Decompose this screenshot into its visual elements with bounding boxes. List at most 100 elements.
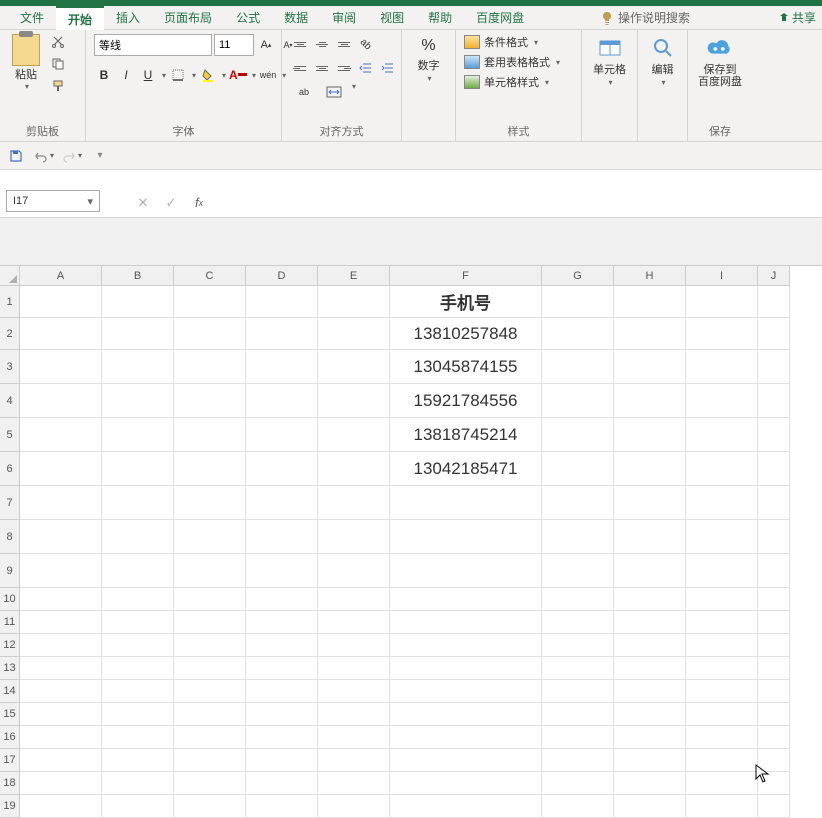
increase-font-icon[interactable]: A▴ [256, 34, 276, 56]
cell-C10[interactable] [174, 588, 246, 611]
fill-color-button[interactable] [198, 64, 218, 86]
cell-J9[interactable] [758, 554, 790, 588]
cell-I2[interactable] [686, 318, 758, 350]
cell-J3[interactable] [758, 350, 790, 384]
cell-D9[interactable] [246, 554, 318, 588]
row-header-13[interactable]: 13 [0, 657, 20, 680]
row-header-1[interactable]: 1 [0, 286, 20, 318]
cell-C12[interactable] [174, 634, 246, 657]
cell-A18[interactable] [20, 772, 102, 795]
cell-F7[interactable] [390, 486, 542, 520]
cell-J8[interactable] [758, 520, 790, 554]
cell-G3[interactable] [542, 350, 614, 384]
column-header-I[interactable]: I [686, 266, 758, 286]
cell-A4[interactable] [20, 384, 102, 418]
cell-H16[interactable] [614, 726, 686, 749]
cell-F19[interactable] [390, 795, 542, 818]
cell-B5[interactable] [102, 418, 174, 452]
cell-J13[interactable] [758, 657, 790, 680]
cell-H12[interactable] [614, 634, 686, 657]
cell-C6[interactable] [174, 452, 246, 486]
cell-I13[interactable] [686, 657, 758, 680]
cell-A9[interactable] [20, 554, 102, 588]
cell-D5[interactable] [246, 418, 318, 452]
row-header-10[interactable]: 10 [0, 588, 20, 611]
bold-button[interactable]: B [94, 64, 114, 86]
cell-H2[interactable] [614, 318, 686, 350]
cell-B15[interactable] [102, 703, 174, 726]
chevron-down-icon[interactable]: ▾ [222, 71, 226, 80]
cell-A5[interactable] [20, 418, 102, 452]
format-as-table-button[interactable]: 套用表格格式 ▾ [464, 54, 560, 70]
cell-D13[interactable] [246, 657, 318, 680]
cell-D4[interactable] [246, 384, 318, 418]
column-header-A[interactable]: A [20, 266, 102, 286]
cell-F18[interactable] [390, 772, 542, 795]
cell-E5[interactable] [318, 418, 390, 452]
cell-G8[interactable] [542, 520, 614, 554]
cell-J6[interactable] [758, 452, 790, 486]
cell-C9[interactable] [174, 554, 246, 588]
tab-file[interactable]: 文件 [8, 6, 56, 30]
cell-A14[interactable] [20, 680, 102, 703]
cell-I14[interactable] [686, 680, 758, 703]
orientation-button[interactable]: ab [356, 34, 376, 54]
cell-C19[interactable] [174, 795, 246, 818]
cell-H9[interactable] [614, 554, 686, 588]
tab-home[interactable]: 开始 [56, 6, 104, 30]
tab-data[interactable]: 数据 [272, 6, 320, 30]
tab-view[interactable]: 视图 [368, 6, 416, 30]
cell-G11[interactable] [542, 611, 614, 634]
chevron-down-icon[interactable]: ▾ [162, 71, 166, 80]
cut-icon[interactable] [50, 34, 66, 50]
cell-F17[interactable] [390, 749, 542, 772]
cell-J1[interactable] [758, 286, 790, 318]
cell-B14[interactable] [102, 680, 174, 703]
chevron-down-icon[interactable]: ▾ [252, 71, 256, 80]
cell-F13[interactable] [390, 657, 542, 680]
cell-H4[interactable] [614, 384, 686, 418]
row-header-8[interactable]: 8 [0, 520, 20, 554]
cell-C3[interactable] [174, 350, 246, 384]
decrease-indent-button[interactable] [356, 58, 376, 78]
cell-G16[interactable] [542, 726, 614, 749]
cell-D14[interactable] [246, 680, 318, 703]
row-header-18[interactable]: 18 [0, 772, 20, 795]
cell-B16[interactable] [102, 726, 174, 749]
editing-button[interactable]: 编辑 ▾ [646, 34, 679, 87]
row-header-17[interactable]: 17 [0, 749, 20, 772]
cell-E16[interactable] [318, 726, 390, 749]
cell-E19[interactable] [318, 795, 390, 818]
cell-F10[interactable] [390, 588, 542, 611]
cell-F14[interactable] [390, 680, 542, 703]
cell-I19[interactable] [686, 795, 758, 818]
cell-B13[interactable] [102, 657, 174, 680]
cell-B11[interactable] [102, 611, 174, 634]
cell-F6[interactable]: 13042185471 [390, 452, 542, 486]
row-header-3[interactable]: 3 [0, 350, 20, 384]
cell-E3[interactable] [318, 350, 390, 384]
cell-D2[interactable] [246, 318, 318, 350]
formula-input[interactable] [216, 188, 822, 217]
share-button[interactable]: 共享 [778, 9, 816, 26]
cell-C13[interactable] [174, 657, 246, 680]
cell-H19[interactable] [614, 795, 686, 818]
cell-I18[interactable] [686, 772, 758, 795]
tab-page-layout[interactable]: 页面布局 [152, 6, 224, 30]
cell-E6[interactable] [318, 452, 390, 486]
column-header-F[interactable]: F [390, 266, 542, 286]
cell-H11[interactable] [614, 611, 686, 634]
cell-B3[interactable] [102, 350, 174, 384]
column-header-J[interactable]: J [758, 266, 790, 286]
cell-J15[interactable] [758, 703, 790, 726]
cell-A7[interactable] [20, 486, 102, 520]
cell-E2[interactable] [318, 318, 390, 350]
cell-H6[interactable] [614, 452, 686, 486]
tab-help[interactable]: 帮助 [416, 6, 464, 30]
spreadsheet-grid[interactable]: ABCDEFGHIJ 12345678910111213141516171819… [0, 266, 822, 818]
cell-A12[interactable] [20, 634, 102, 657]
cell-D18[interactable] [246, 772, 318, 795]
cell-D11[interactable] [246, 611, 318, 634]
cell-B17[interactable] [102, 749, 174, 772]
cell-H15[interactable] [614, 703, 686, 726]
